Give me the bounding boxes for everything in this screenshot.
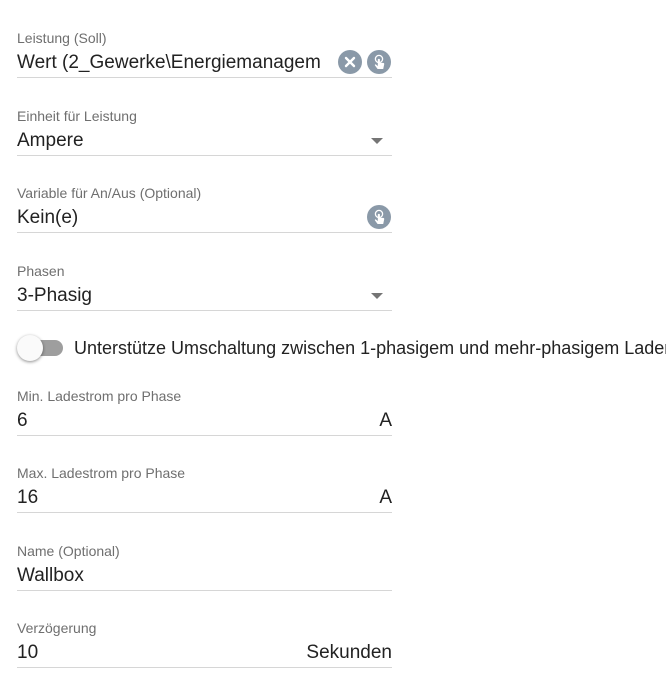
max-current-unit: A — [379, 487, 392, 508]
dropdown-arrow-icon[interactable] — [371, 293, 383, 299]
min-current-label: Min. Ladestrom pro Phase — [17, 388, 182, 404]
max-current-field: Max. Ladestrom pro Phase 16 A — [17, 465, 392, 513]
delay-label: Verzögerung — [17, 620, 97, 636]
min-current-value[interactable]: 6 — [17, 409, 28, 433]
power-target-label: Leistung (Soll) — [17, 30, 107, 46]
power-unit-select[interactable]: Ampere — [17, 128, 392, 156]
name-field: Name (Optional) Wallbox — [17, 543, 392, 591]
clear-icon[interactable] — [338, 50, 362, 74]
delay-value[interactable]: 10 — [17, 641, 38, 665]
phases-select[interactable]: 3-Phasig — [17, 283, 392, 311]
onoff-variable-field: Variable für An/Aus (Optional) Kein(e) — [17, 185, 392, 233]
power-unit-field: Einheit für Leistung Ampere — [17, 108, 392, 156]
phase-switch-row: Unterstütze Umschaltung zwischen 1-phasi… — [17, 335, 666, 361]
phases-value[interactable]: 3-Phasig — [17, 284, 92, 308]
phase-switch-label: Unterstütze Umschaltung zwischen 1-phasi… — [74, 338, 666, 358]
max-current-input[interactable]: 16 A — [17, 485, 392, 513]
phase-switch-knob[interactable] — [17, 335, 43, 361]
onoff-variable-input[interactable]: Kein(e) — [17, 205, 392, 233]
delay-input[interactable]: 10 Sekunden — [17, 640, 392, 668]
max-current-label: Max. Ladestrom pro Phase — [17, 465, 186, 481]
power-unit-label: Einheit für Leistung — [17, 108, 137, 124]
max-current-value[interactable]: 16 — [17, 486, 38, 510]
power-target-field: Leistung (Soll) Wert (2_Gewerke\Energiem… — [17, 30, 392, 78]
min-current-unit: A — [379, 410, 392, 431]
min-current-input[interactable]: 6 A — [17, 408, 392, 436]
name-input[interactable]: Wallbox — [17, 563, 392, 591]
phases-field: Phasen 3-Phasig — [17, 263, 392, 311]
touch-select-icon[interactable] — [367, 50, 391, 74]
dropdown-arrow-icon[interactable] — [371, 138, 383, 144]
delay-unit: Sekunden — [306, 642, 392, 663]
delay-field: Verzögerung 10 Sekunden — [17, 620, 392, 668]
phases-label: Phasen — [17, 263, 65, 279]
onoff-variable-label: Variable für An/Aus (Optional) — [17, 185, 202, 201]
touch-select-icon[interactable] — [367, 205, 391, 229]
name-value[interactable]: Wallbox — [17, 564, 84, 588]
name-label: Name (Optional) — [17, 543, 120, 559]
power-target-input[interactable]: Wert (2_Gewerke\Energiemanagem — [17, 50, 392, 78]
power-unit-value[interactable]: Ampere — [17, 129, 84, 153]
onoff-variable-value[interactable]: Kein(e) — [17, 206, 78, 230]
power-target-value[interactable]: Wert (2_Gewerke\Energiemanagem — [17, 51, 330, 75]
min-current-field: Min. Ladestrom pro Phase 6 A — [17, 388, 392, 436]
